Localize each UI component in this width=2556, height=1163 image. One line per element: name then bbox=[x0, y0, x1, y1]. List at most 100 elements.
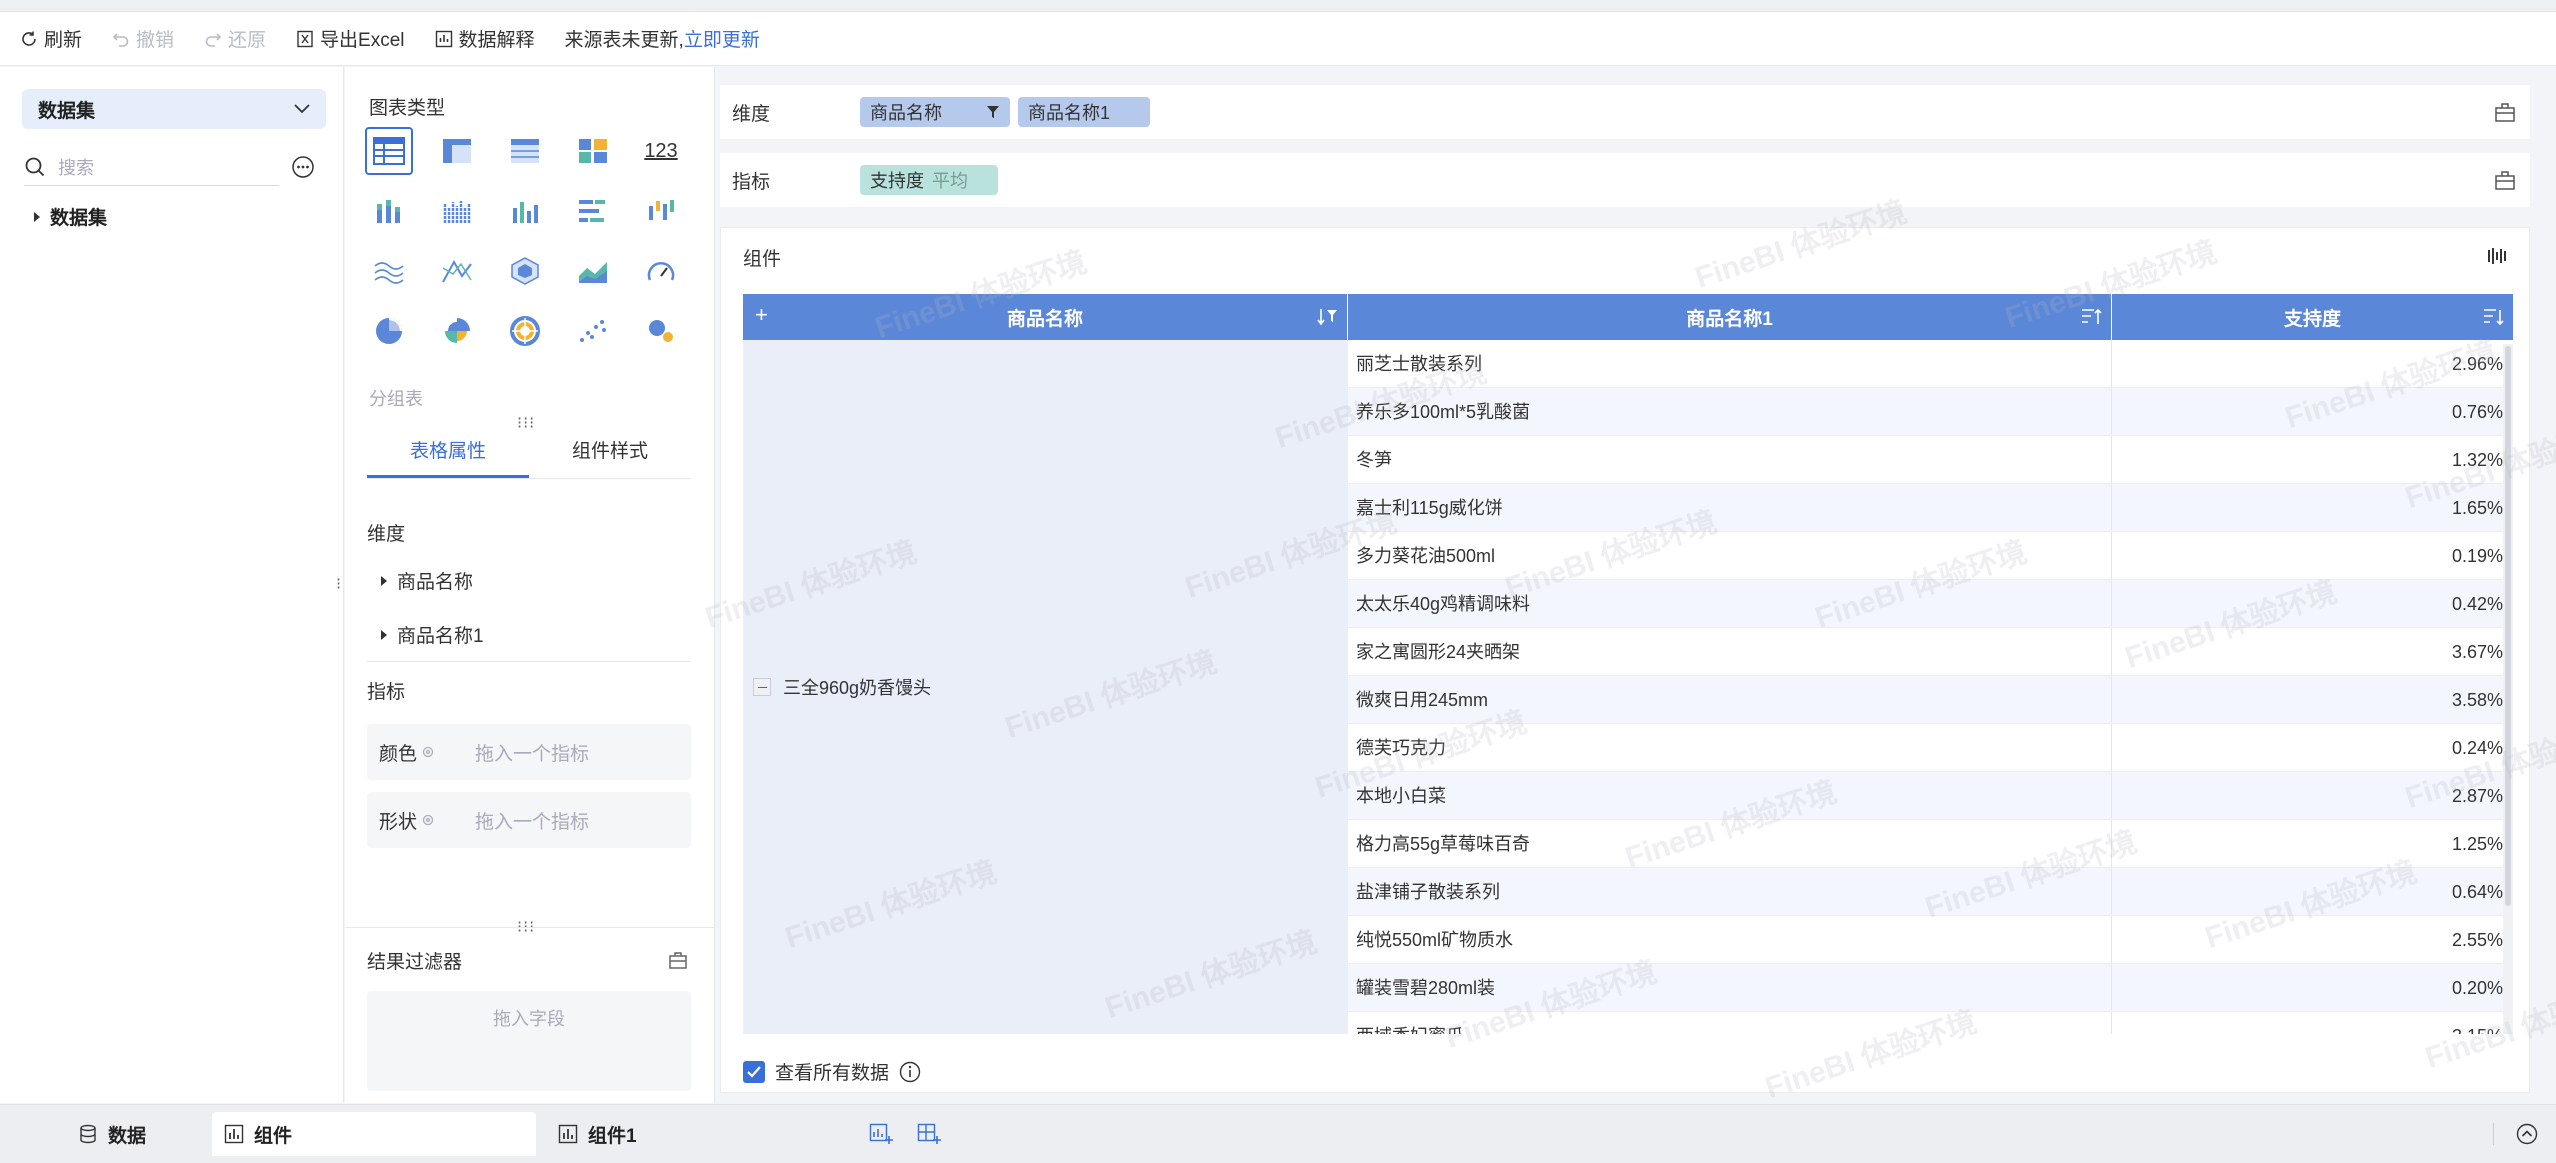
shelf-settings-icon[interactable] bbox=[2494, 101, 2516, 123]
table-row[interactable]: 家之寓圆形24夹晒架 3.67% bbox=[1348, 628, 2513, 676]
table-scrollbar[interactable] bbox=[2503, 344, 2513, 1034]
area-wave-type-icon[interactable] bbox=[365, 247, 413, 295]
shape-drop-slot[interactable]: 形状 拖入一个指标 bbox=[367, 792, 691, 848]
gauge-type-icon[interactable] bbox=[637, 247, 685, 295]
dimension-item-label: 商品名称 bbox=[397, 572, 474, 593]
gear-icon[interactable] bbox=[421, 745, 435, 759]
dimension-item-product-name1[interactable]: 商品名称1 bbox=[381, 621, 484, 648]
table-row[interactable]: 养乐多100ml*5乳酸菌 0.76% bbox=[1348, 388, 2513, 436]
metric-pill-support[interactable]: 支持度 平均 bbox=[860, 165, 998, 195]
header-support[interactable]: 支持度 bbox=[2112, 294, 2513, 340]
table-row[interactable]: 格力高55g草莓味百奇 1.25% bbox=[1348, 820, 2513, 868]
tree-item-dataset[interactable]: 数据集 bbox=[34, 203, 107, 230]
table-row[interactable]: 嘉士利115g威化饼 1.65% bbox=[1348, 484, 2513, 532]
dimension-item-product-name[interactable]: 商品名称 bbox=[381, 567, 473, 594]
dimension-pill-product-name1[interactable]: 商品名称1 bbox=[1018, 97, 1150, 127]
number-type-icon[interactable]: 123 bbox=[637, 127, 685, 175]
dataset-select[interactable]: 数据集 bbox=[22, 89, 326, 129]
view-all-label: 查看所有数据 bbox=[775, 1063, 890, 1084]
add-component-icon[interactable] bbox=[869, 1123, 893, 1145]
radar-type-icon[interactable] bbox=[501, 247, 549, 295]
expand-all-icon[interactable]: + bbox=[755, 302, 768, 328]
collapse-icon[interactable] bbox=[753, 678, 771, 696]
cell-product-name1: 养乐多100ml*5乳酸菌 bbox=[1348, 388, 2112, 435]
group-cell[interactable]: 三全960g奶香馒头 bbox=[743, 340, 1348, 1034]
cell-product-name1: 纯悦550ml矿物质水 bbox=[1348, 916, 2112, 963]
table-row[interactable]: 多力葵花油500ml 0.19% bbox=[1348, 532, 2513, 580]
filter-settings-icon[interactable] bbox=[668, 950, 688, 970]
detail-table-type-icon[interactable] bbox=[501, 127, 549, 175]
info-icon[interactable] bbox=[899, 1061, 921, 1083]
color-label-text: 颜色 bbox=[379, 743, 418, 765]
cell-product-name1: 西域香妃蜜瓜 bbox=[1348, 1012, 2112, 1034]
filter-icon[interactable] bbox=[986, 105, 1000, 119]
chart-switch-icon[interactable] bbox=[2487, 246, 2509, 266]
sort-icon[interactable] bbox=[2081, 307, 2103, 327]
table-row[interactable]: 盐津铺子散装系列 0.64% bbox=[1348, 868, 2513, 916]
panel-resize-handle[interactable]: ⁝ bbox=[336, 574, 342, 594]
data-explain-button[interactable]: 数据解释 bbox=[435, 25, 535, 52]
tab-component-label: 组件 bbox=[254, 1125, 293, 1147]
redo-button[interactable]: 还原 bbox=[204, 25, 266, 52]
sort-filter-icon[interactable] bbox=[1317, 307, 1339, 327]
shelf-settings-icon[interactable] bbox=[2494, 169, 2516, 191]
table-row[interactable]: 西域香妃蜜瓜3.15% bbox=[1348, 1012, 2513, 1034]
table-row[interactable]: 微爽日用245mm 3.58% bbox=[1348, 676, 2513, 724]
grouped-bar-type-icon[interactable] bbox=[433, 187, 481, 235]
sort-icon[interactable] bbox=[2483, 307, 2505, 327]
color-label: 颜色 bbox=[379, 739, 475, 766]
chart-config-panel: 图表类型 123 分组表 ⁝⁝⁝ 表格属性 组件样式 维度 商品名称 商品名称1 bbox=[345, 67, 715, 1103]
undo-button[interactable]: 撤销 bbox=[112, 25, 174, 52]
table-row[interactable]: 太太乐40g鸡精调味料 0.42% bbox=[1348, 580, 2513, 628]
table-row[interactable]: 德芙巧克力 0.24% bbox=[1348, 724, 2513, 772]
shape-label: 形状 bbox=[379, 807, 475, 834]
gear-icon[interactable] bbox=[421, 813, 435, 827]
bar-chart-type-icon[interactable] bbox=[501, 187, 549, 235]
table-row[interactable]: 罐装雪碧280ml装 0.20% bbox=[1348, 964, 2513, 1012]
area-chart-type-icon[interactable] bbox=[569, 247, 617, 295]
cell-product-name1: 罐装雪碧280ml装 bbox=[1348, 964, 2112, 1011]
refresh-button[interactable]: 刷新 bbox=[20, 25, 82, 52]
header-label: 支持度 bbox=[2283, 308, 2341, 330]
component-chart-icon bbox=[224, 1124, 244, 1144]
header-product-name1[interactable]: 商品名称1 bbox=[1348, 294, 2112, 340]
bubble-type-icon[interactable] bbox=[637, 307, 685, 355]
tab-component[interactable]: 组件 bbox=[212, 1112, 537, 1156]
dimension-pill-product-name[interactable]: 商品名称 bbox=[860, 97, 1010, 127]
cell-product-name1: 冬笋 bbox=[1348, 436, 2112, 483]
window-top-strip bbox=[0, 0, 2556, 12]
update-now-link[interactable]: 立即更新 bbox=[684, 25, 760, 52]
undo-icon bbox=[112, 32, 129, 47]
crosstab-type-icon[interactable] bbox=[433, 127, 481, 175]
cell-product-name1: 丽芝士散装系列 bbox=[1348, 340, 2112, 387]
export-excel-button[interactable]: 导出Excel bbox=[296, 25, 405, 52]
tab-component-style[interactable]: 组件样式 bbox=[529, 429, 691, 478]
pie-chart-type-icon[interactable] bbox=[365, 307, 413, 355]
sunburst-type-icon[interactable] bbox=[501, 307, 549, 355]
range-bar-type-icon[interactable] bbox=[637, 187, 685, 235]
scrollbar-thumb[interactable] bbox=[2505, 346, 2511, 906]
kpi-card-type-icon[interactable] bbox=[569, 127, 617, 175]
table-row[interactable]: 本地小白菜 2.87% bbox=[1348, 772, 2513, 820]
collapse-up-icon[interactable] bbox=[2516, 1123, 2538, 1145]
tab-data[interactable]: 数据 bbox=[66, 1112, 158, 1156]
search-input[interactable]: 搜索 bbox=[24, 148, 279, 186]
view-all-checkbox[interactable] bbox=[743, 1060, 765, 1083]
header-product-name[interactable]: + 商品名称 bbox=[743, 294, 1348, 340]
table-row[interactable]: 纯悦550ml矿物质水 2.55% bbox=[1348, 916, 2513, 964]
more-options-icon[interactable] bbox=[291, 155, 315, 179]
horizontal-bar-type-icon[interactable] bbox=[569, 187, 617, 235]
add-dashboard-icon[interactable] bbox=[917, 1123, 941, 1145]
table-row[interactable]: 冬笋 1.32% bbox=[1348, 436, 2513, 484]
stacked-bar-type-icon[interactable] bbox=[365, 187, 413, 235]
cell-product-name1: 家之寓圆形24夹晒架 bbox=[1348, 628, 2112, 675]
scatter-type-icon[interactable] bbox=[569, 307, 617, 355]
line-chart-type-icon[interactable] bbox=[433, 247, 481, 295]
filter-drop-field[interactable]: 拖入字段 bbox=[367, 991, 691, 1091]
rose-chart-type-icon[interactable] bbox=[433, 307, 481, 355]
table-row[interactable]: 丽芝士散装系列 2.96% bbox=[1348, 340, 2513, 388]
color-drop-slot[interactable]: 颜色 拖入一个指标 bbox=[367, 724, 691, 780]
tab-component1[interactable]: 组件1 bbox=[546, 1112, 649, 1156]
grouped-table-type-icon[interactable] bbox=[365, 127, 413, 175]
tab-table-properties[interactable]: 表格属性 bbox=[367, 429, 529, 478]
